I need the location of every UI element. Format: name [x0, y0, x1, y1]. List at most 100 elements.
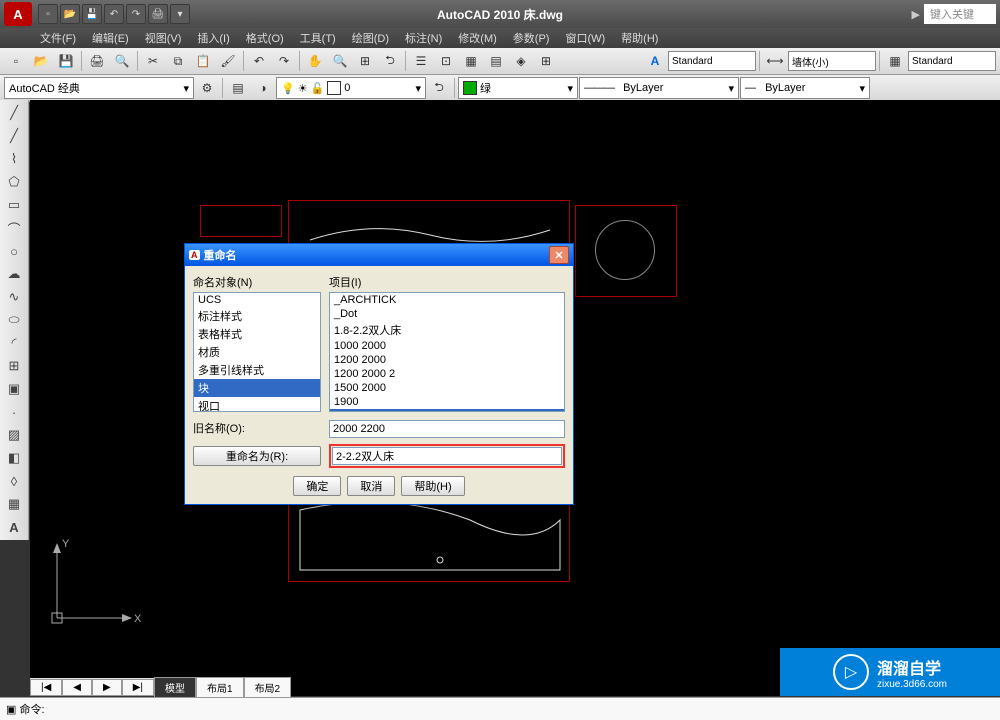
menu-window[interactable]: 窗口(W): [557, 28, 613, 48]
newname-input[interactable]: [332, 447, 562, 465]
zoom-realtime-icon[interactable]: 🔍: [328, 49, 352, 73]
dialog-titlebar[interactable]: A 重命名 ✕: [185, 244, 573, 266]
hatch-icon[interactable]: ▨: [2, 424, 26, 446]
list-item[interactable]: 材质: [194, 343, 320, 361]
redo-icon[interactable]: ↷: [272, 49, 296, 73]
menu-insert[interactable]: 插入(I): [189, 28, 237, 48]
new-icon[interactable]: ▫: [38, 4, 58, 24]
items-listbox[interactable]: _ARCHTICK_Dot1.8-2.2双人床1000 20001200 200…: [329, 292, 565, 412]
region-icon[interactable]: ◊: [2, 470, 26, 492]
undo-icon[interactable]: ↶: [247, 49, 271, 73]
text-style-icon[interactable]: A: [643, 49, 667, 73]
point-icon[interactable]: ·: [2, 401, 26, 423]
workspace-combo[interactable]: AutoCAD 经典▾: [4, 77, 194, 99]
revcloud-icon[interactable]: ☁: [2, 263, 26, 285]
properties-icon[interactable]: ☰: [409, 49, 433, 73]
print-icon[interactable]: 🖨: [148, 4, 168, 24]
rename-to-button[interactable]: 重命名为(R):: [193, 446, 321, 466]
search-input[interactable]: 键入关键: [924, 4, 996, 24]
ellipse-icon[interactable]: ⬭: [2, 309, 26, 331]
layer-states-icon[interactable]: ◑: [251, 76, 275, 100]
help-button[interactable]: 帮助(H): [401, 476, 464, 496]
zoom-previous-icon[interactable]: ⮌: [378, 49, 402, 73]
list-item[interactable]: _ARCHTICK: [330, 293, 564, 307]
new-file-icon[interactable]: ▫: [4, 49, 28, 73]
menu-file[interactable]: 文件(F): [32, 28, 84, 48]
copy-icon[interactable]: ⧉: [166, 49, 190, 73]
objects-listbox[interactable]: UCS标注样式表格样式材质多重引线样式块视口视图图层文字样式线型: [193, 292, 321, 412]
menu-modify[interactable]: 修改(M): [450, 28, 505, 48]
redo-icon[interactable]: ↷: [126, 4, 146, 24]
paste-icon[interactable]: 📋: [191, 49, 215, 73]
save-icon[interactable]: 💾: [82, 4, 102, 24]
table-icon[interactable]: ▦: [2, 493, 26, 515]
spline-icon[interactable]: ∿: [2, 286, 26, 308]
undo-icon[interactable]: ↶: [104, 4, 124, 24]
tool-palette-icon[interactable]: ▦: [459, 49, 483, 73]
plot-preview-icon[interactable]: 🔍: [110, 49, 134, 73]
sheet-set-icon[interactable]: ▤: [484, 49, 508, 73]
polyline-icon[interactable]: ⌇: [2, 148, 26, 170]
menu-view[interactable]: 视图(V): [137, 28, 190, 48]
tab-nav-next[interactable]: ▶: [92, 679, 122, 696]
list-item[interactable]: 2000 2200: [330, 409, 564, 412]
workspace-settings-icon[interactable]: ⚙: [195, 76, 219, 100]
ellipse-arc-icon[interactable]: ◜: [2, 332, 26, 354]
list-item[interactable]: 表格样式: [194, 325, 320, 343]
color-combo[interactable]: 绿▾: [458, 77, 578, 99]
mtext-icon[interactable]: A: [2, 516, 26, 538]
menu-help[interactable]: 帮助(H): [613, 28, 666, 48]
design-center-icon[interactable]: ⊡: [434, 49, 458, 73]
command-line[interactable]: ▣ 命令:: [0, 697, 1000, 720]
make-block-icon[interactable]: ▣: [2, 378, 26, 400]
menu-tools[interactable]: 工具(T): [292, 28, 344, 48]
table-style-combo[interactable]: Standard: [908, 51, 996, 71]
oldname-input[interactable]: [329, 420, 565, 438]
cancel-button[interactable]: 取消: [347, 476, 395, 496]
menu-dimension[interactable]: 标注(N): [397, 28, 450, 48]
tab-nav-prev[interactable]: ◀: [62, 679, 92, 696]
list-item[interactable]: UCS: [194, 293, 320, 307]
qat-dropdown-icon[interactable]: ▾: [170, 4, 190, 24]
text-style-combo[interactable]: Standard: [668, 51, 756, 71]
tab-model[interactable]: 模型: [154, 677, 196, 698]
list-item[interactable]: 多重引线样式: [194, 361, 320, 379]
xline-icon[interactable]: ╱: [2, 125, 26, 147]
list-item[interactable]: 1500 2000: [330, 381, 564, 395]
rectangle-icon[interactable]: ▭: [2, 194, 26, 216]
app-logo[interactable]: A: [4, 2, 32, 26]
tab-layout2[interactable]: 布局2: [244, 677, 292, 698]
save-file-icon[interactable]: 💾: [54, 49, 78, 73]
plot-icon[interactable]: 🖨: [85, 49, 109, 73]
circle-icon[interactable]: ○: [2, 240, 26, 262]
insert-block-icon[interactable]: ⊞: [2, 355, 26, 377]
list-item[interactable]: _Dot: [330, 307, 564, 321]
table-style-icon[interactable]: ▦: [883, 49, 907, 73]
zoom-window-icon[interactable]: ⊞: [353, 49, 377, 73]
ok-button[interactable]: 确定: [293, 476, 341, 496]
list-item[interactable]: 1.8-2.2双人床: [330, 321, 564, 339]
layer-previous-icon[interactable]: ⮌: [427, 76, 451, 100]
cut-icon[interactable]: ✂: [141, 49, 165, 73]
gradient-icon[interactable]: ◧: [2, 447, 26, 469]
menu-edit[interactable]: 编辑(E): [84, 28, 137, 48]
lineweight-combo[interactable]: — ByLayer▾: [740, 77, 870, 99]
markup-icon[interactable]: ◈: [509, 49, 533, 73]
polygon-icon[interactable]: ⬠: [2, 171, 26, 193]
open-file-icon[interactable]: 📂: [29, 49, 53, 73]
arc-icon[interactable]: ⌒: [2, 217, 26, 239]
tab-layout1[interactable]: 布局1: [196, 677, 244, 698]
menu-format[interactable]: 格式(O): [238, 28, 292, 48]
list-item[interactable]: 1200 2000: [330, 353, 564, 367]
dim-style-icon[interactable]: ⟷: [763, 49, 787, 73]
quickcalc-icon[interactable]: ⊞: [534, 49, 558, 73]
list-item[interactable]: 1000 2000: [330, 339, 564, 353]
close-button[interactable]: ✕: [549, 246, 569, 264]
linetype-combo[interactable]: ——— ByLayer▾: [579, 77, 739, 99]
tab-nav-first[interactable]: |◀: [30, 679, 62, 696]
match-properties-icon[interactable]: 🖌: [216, 49, 240, 73]
layer-props-icon[interactable]: ▤: [226, 76, 250, 100]
layer-combo[interactable]: 💡 ☀ 🔓 0▾: [276, 77, 426, 99]
list-item[interactable]: 标注样式: [194, 307, 320, 325]
tab-nav-last[interactable]: ▶|: [122, 679, 154, 696]
